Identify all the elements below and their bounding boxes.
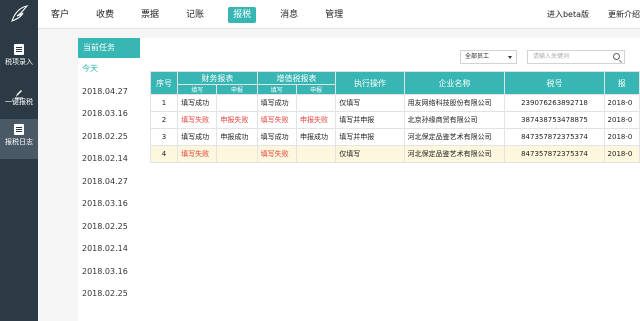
update-intro-link[interactable]: 更新介绍 (608, 9, 640, 20)
sidebar-item-filing-log[interactable]: 报税日志 (0, 119, 38, 159)
date-item[interactable]: 2018.03.16 (78, 193, 140, 216)
feather-logo-icon (11, 5, 29, 22)
task-list-header: 当前任务 (78, 38, 140, 58)
cell-taxno: 239076263892718 (504, 94, 605, 112)
date-item[interactable]: 2018.04.27 (78, 171, 140, 194)
nav-customer[interactable]: 客户 (48, 7, 72, 23)
cell-finance-fill: 填写失败 (177, 111, 218, 129)
cell-seq: 2 (149, 111, 179, 129)
table-row[interactable]: 1 填写成功 填写成功 仅填写 用友网络科技股份有限公司 23907626389… (149, 94, 640, 112)
nav-tax-filing[interactable]: 报税 (228, 6, 257, 23)
cell-vat-fill: 填写成功 (256, 128, 297, 146)
staff-select-value: 全部员工 (465, 53, 490, 60)
search-placeholder: 请输入关键词 (533, 53, 570, 60)
cell-seq: 4 (149, 145, 179, 163)
table-row[interactable]: 2 填写失败 申报失败 填写失败 申报失败 填写并申报 北京孙缘商贸有限公司 3… (149, 111, 640, 129)
date-item[interactable]: 2018.03.16 (78, 261, 140, 284)
pencil-icon (14, 84, 24, 99)
sidebar-item-one-click-filing[interactable]: 一键报税 (0, 79, 38, 119)
cell-finance-report (216, 94, 258, 112)
cell-company: 河北保定品鉴艺术有限公司 (403, 145, 506, 163)
date-item[interactable]: 2018.02.14 (78, 148, 140, 171)
nav-messages[interactable]: 消息 (277, 7, 301, 23)
cell-action: 仅填写 (335, 145, 405, 163)
date-item[interactable]: 今天 (78, 58, 140, 81)
sidebar-label: 税项录入 (5, 58, 33, 66)
cell-action: 填写并申报 (335, 128, 405, 146)
cell-taxno: 847357872375374 (504, 145, 605, 163)
cell-finance-fill: 填写成功 (177, 94, 218, 112)
sidebar-label: 报税日志 (5, 138, 33, 146)
date-item[interactable]: 2018.03.16 (78, 103, 140, 126)
cell-company: 河北保定品鉴艺术有限公司 (403, 128, 506, 146)
tax-log-table: 序号 财务报表 增值税报表 执行操作 企业名称 税号 报 填写 申报 填写 申报… (149, 71, 640, 163)
col-vat-report: 增值税报表 (256, 71, 337, 85)
cell-company: 北京孙缘商贸有限公司 (403, 111, 506, 129)
chevron-down-icon (508, 56, 512, 59)
date-item[interactable]: 2018.02.25 (78, 216, 140, 239)
tax-entry-icon (14, 44, 24, 55)
cell-taxno: 387438753478875 (504, 111, 605, 129)
sub-col-fill: 填写 (256, 84, 297, 95)
cell-date: 2018-0 (603, 128, 640, 146)
nav-management[interactable]: 管理 (322, 7, 346, 23)
top-bar: 客户 收费 票据 记账 报税 消息 管理 进入beta版 更新介绍 (0, 0, 640, 29)
cell-vat-fill: 填写成功 (256, 94, 297, 112)
cell-date: 2018-0 (603, 94, 640, 112)
beta-link[interactable]: 进入beta版 (547, 9, 589, 20)
sidebar: 税项录入 一键报税 报税日志 (0, 29, 38, 321)
task-date-list: 当前任务 今天 2018.04.27 2018.03.16 2018.02.25… (78, 38, 140, 321)
cell-company: 用友网络科技股份有限公司 (403, 94, 506, 112)
nav-invoices[interactable]: 票据 (138, 7, 162, 23)
col-seq: 序号 (149, 71, 179, 95)
main-nav: 客户 收费 票据 记账 报税 消息 管理 (48, 0, 367, 29)
cell-action: 仅填写 (335, 94, 405, 112)
sub-col-report: 申报 (295, 84, 337, 95)
col-date: 报 (603, 71, 640, 95)
col-company: 企业名称 (403, 71, 506, 95)
cell-date: 2018-0 (603, 111, 640, 129)
staff-select[interactable]: 全部员工 (460, 50, 517, 64)
col-action: 执行操作 (335, 71, 405, 95)
cell-vat-report (295, 94, 337, 112)
cell-finance-fill: 填写成功 (177, 128, 218, 146)
cell-vat-report: 申报失败 (295, 111, 337, 129)
search-input[interactable]: 请输入关键词 (527, 50, 625, 64)
cell-vat-fill: 填写失败 (256, 111, 297, 129)
date-item[interactable]: 2018.02.14 (78, 238, 140, 261)
logo (0, 0, 38, 29)
date-item[interactable]: 2018.02.25 (78, 126, 140, 149)
table-row[interactable]: 3 填写成功 申报成功 填写成功 申报成功 填写并申报 河北保定品鉴艺术有限公司… (149, 128, 640, 146)
date-item[interactable]: 2018.02.25 (78, 283, 140, 306)
cell-finance-fill: 填写失败 (177, 145, 218, 163)
cell-date: 2018-0 (603, 145, 640, 163)
log-icon (14, 124, 24, 135)
cell-vat-report (295, 145, 337, 163)
nav-bookkeeping[interactable]: 记账 (183, 7, 207, 23)
cell-vat-report: 申报成功 (295, 128, 337, 146)
nav-fees[interactable]: 收费 (93, 7, 117, 23)
cell-vat-fill: 填写失败 (256, 145, 297, 163)
search-icon[interactable] (613, 53, 620, 60)
cell-action: 填写并申报 (335, 111, 405, 129)
sub-col-fill: 填写 (177, 84, 218, 95)
cell-taxno: 847357872375374 (504, 128, 605, 146)
col-finance-report: 财务报表 (177, 71, 258, 85)
main-panel: 全部员工 请输入关键词 序号 财务报表 增值税报表 执行操作 企业名称 税号 报… (140, 38, 640, 321)
cell-finance-report: 申报失败 (216, 111, 258, 129)
cell-finance-report (216, 145, 258, 163)
sidebar-item-tax-entry[interactable]: 税项录入 (0, 39, 38, 79)
cell-seq: 3 (149, 128, 179, 146)
cell-seq: 1 (149, 94, 179, 112)
sub-col-report: 申报 (216, 84, 258, 95)
col-taxno: 税号 (504, 71, 605, 95)
date-item[interactable]: 2018.04.27 (78, 81, 140, 104)
table-row-selected[interactable]: 4 填写失败 填写失败 仅填写 河北保定品鉴艺术有限公司 84735787237… (149, 145, 640, 163)
cell-finance-report: 申报成功 (216, 128, 258, 146)
